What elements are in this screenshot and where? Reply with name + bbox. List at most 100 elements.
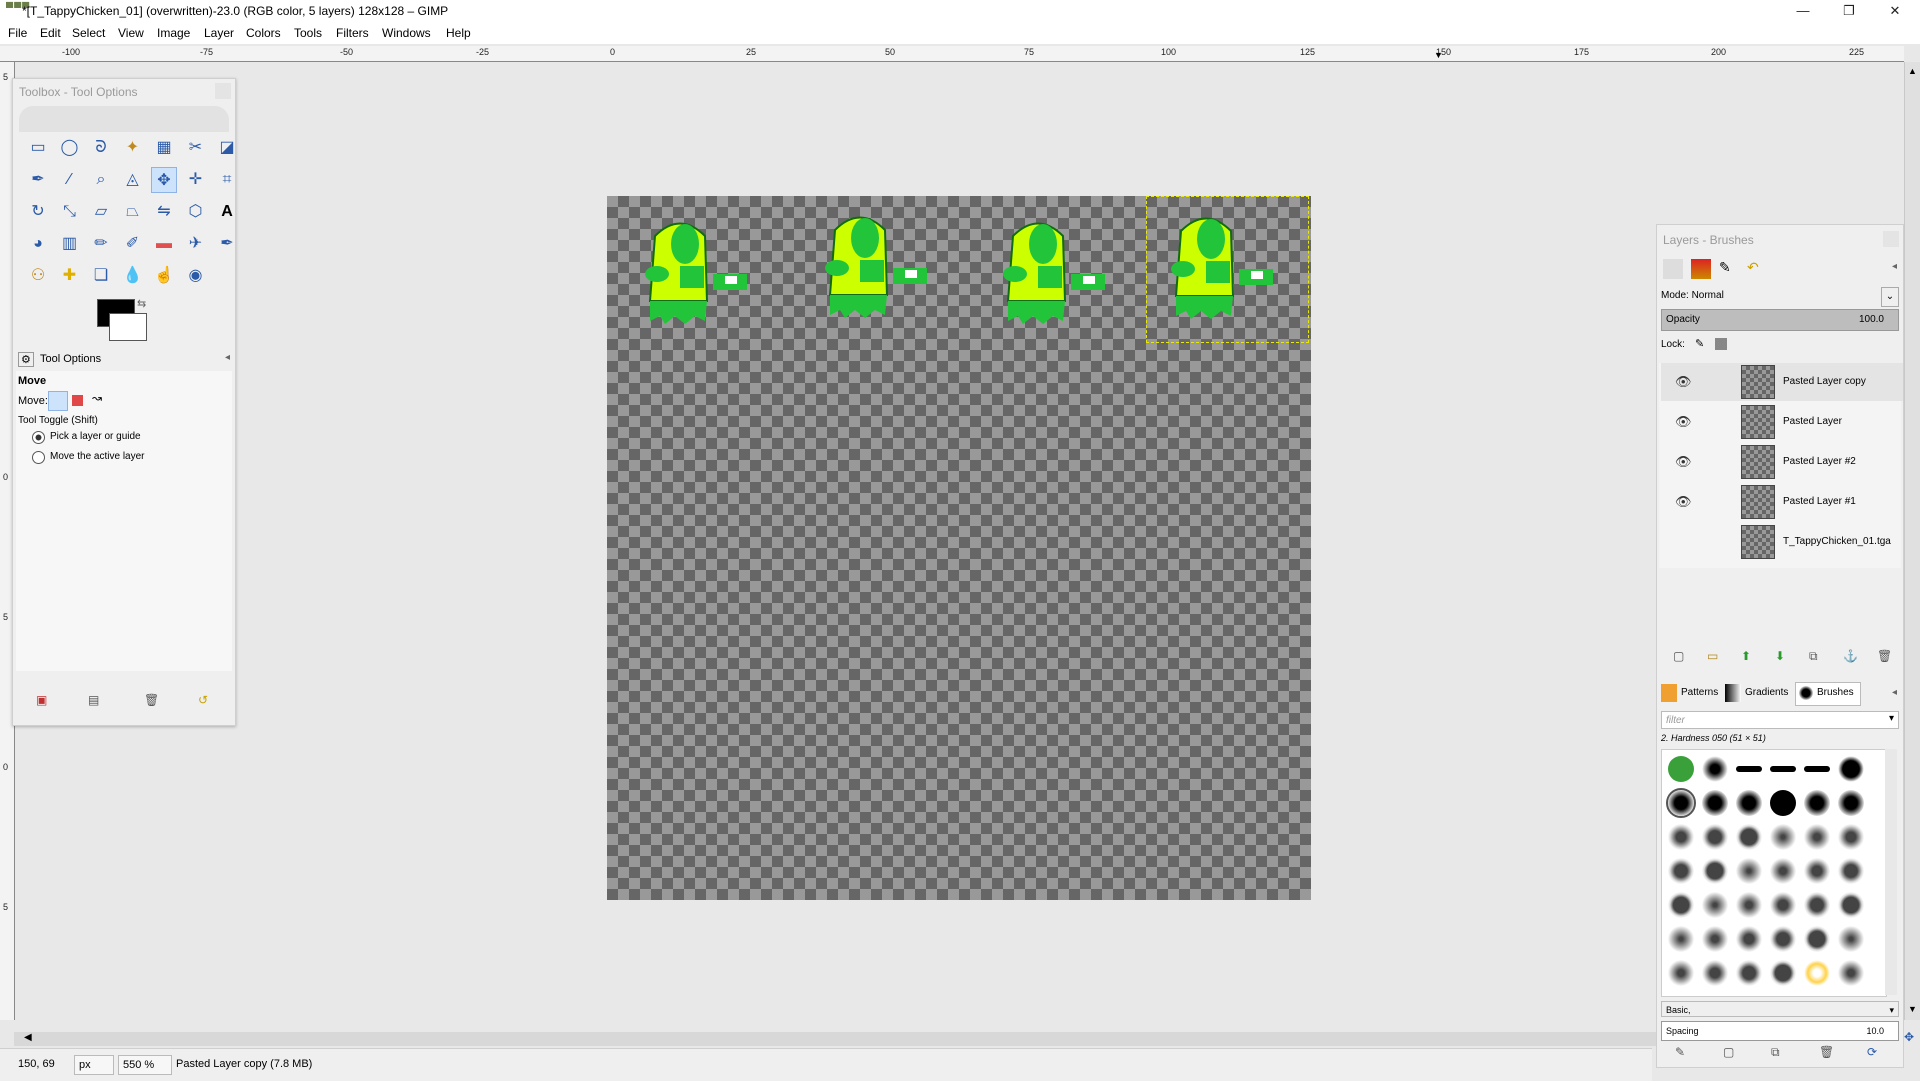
gradient-icon[interactable]: ▥ (57, 231, 83, 257)
brush-preview[interactable] (1702, 824, 1728, 850)
crop-icon[interactable]: ⌗ (214, 167, 240, 193)
cage-icon[interactable]: ⬡ (183, 199, 209, 225)
brush-preview[interactable] (1804, 766, 1830, 772)
brush-preview[interactable] (1702, 960, 1728, 986)
visibility-eye-icon[interactable]: 👁 (1675, 374, 1692, 390)
ink-icon[interactable]: ✒ (214, 231, 240, 257)
brush-preview[interactable] (1838, 892, 1864, 918)
anchor-layer-icon[interactable]: ⚓ (1843, 649, 1858, 663)
brush-preview[interactable] (1668, 926, 1694, 952)
menu-select[interactable]: Select (72, 26, 105, 40)
color-select-icon[interactable]: ▦ (151, 135, 177, 161)
new-brush-icon[interactable]: ▢ (1723, 1045, 1734, 1059)
brush-preview[interactable] (1736, 790, 1762, 816)
brush-preview[interactable] (1668, 892, 1694, 918)
visibility-eye-icon[interactable]: 👁 (1675, 414, 1692, 430)
duplicate-brush-icon[interactable]: ⧉ (1771, 1045, 1780, 1060)
color-picker-icon[interactable]: ⁄ (57, 167, 83, 193)
menu-help[interactable]: Help (446, 26, 471, 40)
brush-preview[interactable] (1702, 790, 1728, 816)
radio-pick-layer[interactable] (32, 431, 45, 444)
brush-preview[interactable] (1736, 766, 1762, 772)
tab-menu-icon[interactable]: ◂ (1892, 687, 1897, 698)
brush-preview[interactable] (1702, 756, 1728, 782)
restore-options-icon[interactable]: ▤ (88, 693, 99, 707)
undo-history-tab-icon[interactable]: ↶ (1747, 259, 1767, 279)
maximize-button[interactable]: ❐ (1826, 0, 1872, 22)
delete-options-icon[interactable]: 🗑 (144, 693, 159, 707)
mode-dropdown[interactable]: Mode: Normal ⌄ (1661, 287, 1899, 307)
brush-grid[interactable] (1661, 749, 1887, 997)
brush-preview[interactable] (1804, 892, 1830, 918)
foreground-select-icon[interactable]: ◪ (214, 135, 240, 161)
move-icon[interactable]: ✥ (151, 167, 177, 193)
layer-row[interactable]: T_TappyChicken_01.tga (1661, 523, 1903, 561)
clone-icon[interactable]: ⚇ (25, 263, 51, 289)
measure-icon[interactable]: ◬ (120, 167, 146, 193)
brush-preview[interactable] (1702, 926, 1728, 952)
menu-file[interactable]: File (8, 26, 27, 40)
tab-menu-icon[interactable]: ◂ (1892, 261, 1897, 272)
visibility-eye-icon[interactable]: 👁 (1675, 494, 1692, 510)
radio-move-active[interactable] (32, 451, 45, 464)
brush-preview[interactable] (1804, 790, 1830, 816)
brush-preview[interactable] (1838, 824, 1864, 850)
tab-patterns[interactable]: Patterns (1681, 687, 1718, 698)
scissors-icon[interactable]: ✂ (183, 135, 209, 161)
menu-tools[interactable]: Tools (294, 26, 322, 40)
brush-preview[interactable] (1770, 790, 1796, 816)
minimize-button[interactable]: — (1780, 0, 1826, 22)
brush-preview[interactable] (1770, 926, 1796, 952)
save-options-icon[interactable]: ▣ (36, 693, 47, 707)
rotate-icon[interactable]: ↻ (25, 199, 51, 225)
rect-select-icon[interactable]: ▭ (25, 135, 51, 161)
scroll-left-icon[interactable]: ◀ (24, 1032, 32, 1043)
layer-row[interactable]: 👁 Pasted Layer #1 (1661, 483, 1903, 521)
brush-filter-field[interactable]: filter ▾ (1661, 711, 1899, 729)
tool-options-tab[interactable]: ⚙ Tool Options ◂ (16, 349, 230, 371)
tab-gradients[interactable]: Gradients (1745, 687, 1788, 698)
menu-edit[interactable]: Edit (40, 26, 61, 40)
delete-layer-icon[interactable]: 🗑 (1877, 649, 1892, 663)
opacity-slider[interactable]: Opacity 100.0 (1661, 309, 1899, 331)
lasso-icon[interactable]: ᘐ (88, 135, 114, 161)
fuzzy-select-icon[interactable]: ✦ (120, 135, 146, 161)
airbrush-icon[interactable]: ✈ (183, 231, 209, 257)
menu-view[interactable]: View (118, 26, 144, 40)
delete-brush-icon[interactable]: 🗑 (1819, 1045, 1834, 1059)
scroll-down-icon[interactable]: ▼ (1908, 1004, 1917, 1014)
swap-colors-icon[interactable]: ⇆ (137, 297, 146, 310)
brush-preview[interactable] (1736, 926, 1762, 952)
close-button[interactable]: ✕ (1872, 0, 1918, 22)
zoom-selector[interactable]: 550 % (118, 1055, 172, 1075)
pencil-icon[interactable]: ✏ (88, 231, 114, 257)
smudge-icon[interactable]: ☝ (151, 263, 177, 289)
horizontal-ruler[interactable]: -100 -75 -50 -25 0 25 50 75 100 125 150 … (14, 46, 1904, 62)
dock-close-button[interactable] (215, 83, 231, 99)
duplicate-layer-icon[interactable]: ⧉ (1809, 649, 1818, 664)
paths-tab-icon[interactable]: ✎ (1719, 259, 1739, 279)
option-pick-layer[interactable]: Pick a layer or guide (50, 431, 141, 442)
background-color[interactable] (109, 313, 147, 341)
menu-filters[interactable]: Filters (336, 26, 369, 40)
option-move-active[interactable]: Move the active layer (50, 451, 145, 462)
brush-preview[interactable] (1838, 756, 1864, 782)
navigate-icon[interactable]: ✥ (1904, 1030, 1914, 1044)
reset-options-icon[interactable]: ↺ (198, 693, 208, 707)
ellipse-select-icon[interactable]: ◯ (57, 135, 83, 161)
spacing-slider[interactable]: Spacing 10.0 (1661, 1021, 1899, 1041)
heal-icon[interactable]: ✚ (57, 263, 83, 289)
brush-preview[interactable] (1668, 858, 1694, 884)
new-layer-icon[interactable]: ▢ (1673, 649, 1684, 663)
menu-image[interactable]: Image (157, 26, 190, 40)
brush-preview[interactable] (1838, 926, 1864, 952)
layers-tab-icon[interactable] (1663, 259, 1683, 279)
visibility-eye-icon[interactable]: 👁 (1675, 454, 1692, 470)
chevron-down-icon[interactable]: ▾ (1889, 1002, 1894, 1018)
align-icon[interactable]: ✛ (183, 167, 209, 193)
layer-boundary[interactable] (1146, 196, 1309, 343)
brush-preview[interactable] (1770, 892, 1796, 918)
brush-preview[interactable] (1736, 960, 1762, 986)
brush-preview[interactable] (1770, 824, 1796, 850)
brush-preview[interactable] (1770, 766, 1796, 772)
